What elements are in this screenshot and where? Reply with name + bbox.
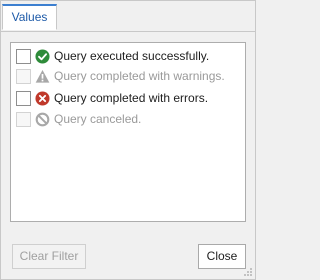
list-item-label: Query executed successfully. (54, 49, 210, 63)
tab-strip: Values (1, 1, 255, 32)
list-item-canceled: Query canceled. (16, 110, 141, 128)
close-button[interactable]: Close (198, 244, 246, 269)
list-item-label: Query canceled. (54, 112, 142, 126)
list-item-warnings: Query completed with warnings. (16, 67, 225, 85)
canceled-icon (35, 112, 50, 126)
error-icon (35, 90, 50, 106)
list-item-errors[interactable]: Query completed with errors. (16, 89, 208, 107)
list-item-success[interactable]: Query executed successfully. (16, 47, 209, 65)
checkbox[interactable] (16, 48, 31, 64)
filter-popup: Values Query executed successfully. Quer… (0, 0, 256, 280)
list-item-label: Query completed with warnings. (54, 69, 225, 83)
warning-icon (35, 69, 50, 83)
success-check-icon (35, 48, 50, 64)
clear-filter-button[interactable]: Clear Filter (12, 244, 86, 269)
resize-grip-icon[interactable] (244, 268, 252, 276)
tab-values[interactable]: Values (2, 4, 57, 30)
checkbox (16, 111, 31, 127)
checkbox[interactable] (16, 90, 31, 106)
values-list[interactable]: Query executed successfully. Query compl… (10, 42, 246, 222)
list-item-label: Query completed with errors. (54, 91, 209, 105)
checkbox (16, 68, 31, 84)
